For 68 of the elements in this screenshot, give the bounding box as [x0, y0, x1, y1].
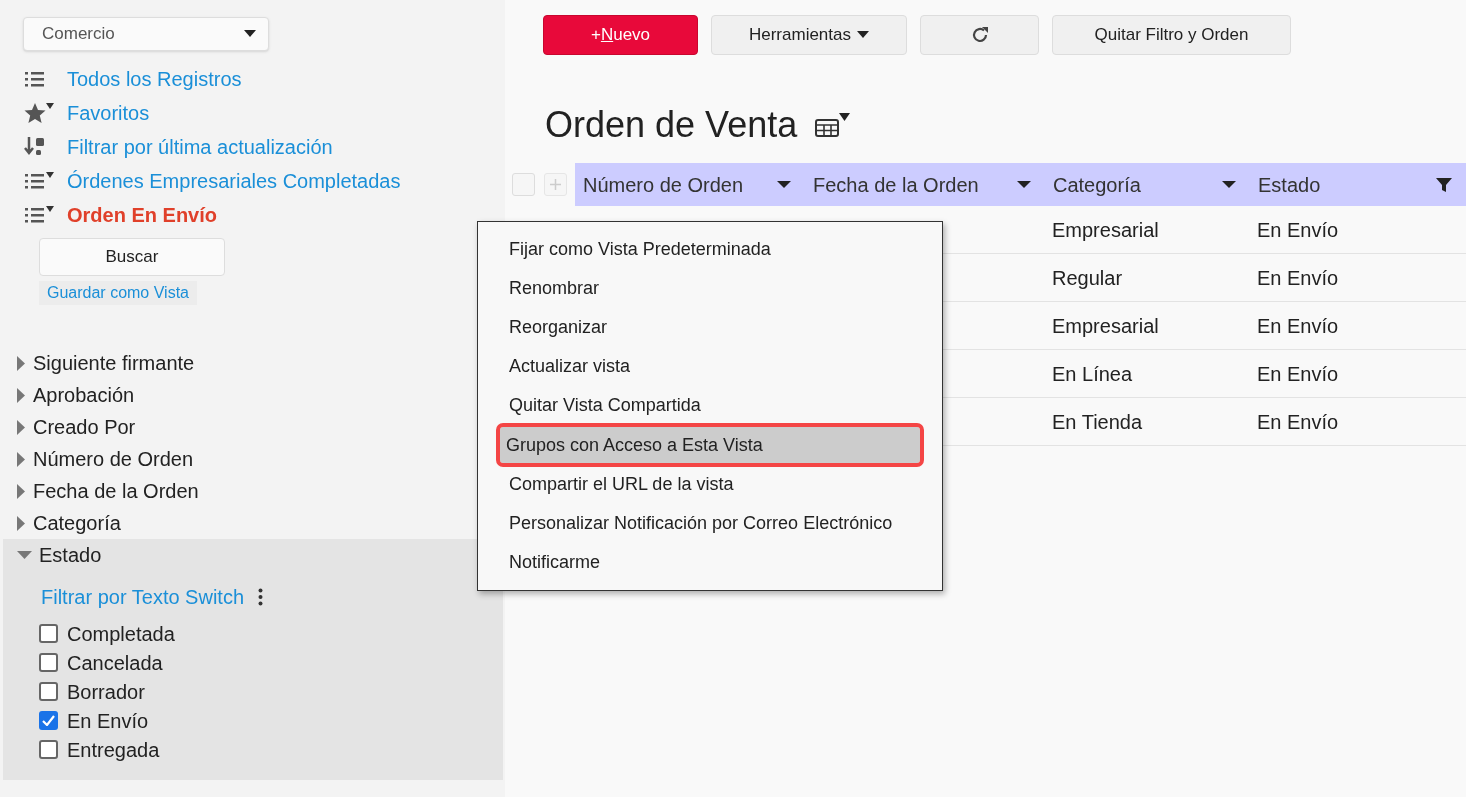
option-label: Borrador [67, 679, 145, 705]
table-cell-text: En Tienda [1052, 409, 1143, 435]
field-toggle[interactable]: Estado [17, 540, 102, 570]
select-all-checkbox[interactable] [512, 173, 535, 196]
sort-icon [24, 136, 46, 158]
checkbox[interactable] [39, 682, 58, 701]
checkbox[interactable] [39, 653, 58, 672]
list-dropdown-icon [24, 171, 56, 191]
table-cell-text: Empresarial [1052, 217, 1159, 243]
table-cell-text: En Envío [1257, 361, 1339, 387]
table-cell-text: En Envío [1257, 217, 1339, 243]
filter-icon[interactable] [1436, 177, 1452, 192]
field-toggle[interactable]: Creado Por [17, 412, 136, 442]
menu-item[interactable]: Notificarme [478, 543, 942, 582]
field-toggle[interactable]: Categoría [17, 508, 121, 538]
field-toggle[interactable]: Aprobación [17, 380, 135, 410]
star-dropdown-icon [24, 102, 56, 124]
option-label: En Envío [67, 708, 149, 734]
sort-caret-icon[interactable] [1222, 180, 1236, 189]
page-title: Orden de Venta [545, 103, 798, 147]
list-icon [24, 69, 46, 89]
caret-icon [857, 31, 869, 39]
more-vertical-icon[interactable] [258, 588, 264, 606]
collapse-caret-icon [17, 550, 32, 560]
checkbox[interactable] [39, 711, 58, 730]
expand-caret-icon [17, 387, 26, 403]
table-cell-text: En Envío [1257, 265, 1339, 291]
menu-item[interactable]: Compartir el URL de la vista [478, 465, 942, 504]
search-button[interactable]: Buscar [39, 238, 225, 276]
table-cell-text: En Envío [1257, 313, 1339, 339]
field-toggle[interactable]: Siguiente firmante [17, 348, 195, 378]
option-label: Entregada [67, 737, 160, 763]
menu-item[interactable]: Renombrar [478, 269, 942, 308]
column-header[interactable]: Categoría [1053, 169, 1141, 200]
new-button[interactable]: +Nuevo [543, 15, 698, 55]
sort-caret-icon[interactable] [1017, 180, 1031, 189]
table-cell-text: Empresarial [1052, 313, 1159, 339]
menu-item[interactable]: Fijar como Vista Predeterminada [478, 230, 942, 269]
option-label: Cancelada [67, 650, 163, 676]
menu-item[interactable]: Personalizar Notificación por Correo Electrónico [478, 504, 942, 543]
clear-filter-button[interactable]: Quitar Filtro y Orden [1052, 15, 1291, 55]
column-header[interactable]: Número de Orden [583, 169, 744, 200]
plus-icon [550, 179, 561, 190]
expand-caret-icon [17, 419, 26, 435]
table-cell-text: Regular [1052, 265, 1123, 291]
sort-caret-icon[interactable] [777, 180, 791, 189]
checkbox[interactable] [39, 624, 58, 643]
field-toggle[interactable]: Número de Orden [17, 444, 194, 474]
expand-caret-icon [17, 515, 26, 531]
menu-item[interactable]: Quitar Vista Compartida [478, 386, 942, 425]
list-dropdown-icon [24, 205, 56, 225]
menu-item[interactable]: Actualizar vista [478, 347, 942, 386]
table-view-dropdown-icon[interactable] [815, 112, 852, 138]
caret-icon [244, 30, 256, 38]
view-link[interactable]: Orden En Envío [67, 200, 218, 230]
field-toggle[interactable]: Fecha de la Orden [17, 476, 199, 506]
menu-item[interactable]: Reorganizar [478, 308, 942, 347]
option-label: Completada [67, 621, 175, 647]
expand-caret-icon [17, 355, 26, 371]
app-selector[interactable]: Comercio [23, 17, 269, 51]
checkbox[interactable] [39, 740, 58, 759]
column-header[interactable]: Estado [1258, 169, 1321, 200]
expand-caret-icon [17, 483, 26, 499]
table-cell-text: En Envío [1257, 409, 1339, 435]
table-cell-text: En Línea [1052, 361, 1133, 387]
expand-caret-icon [17, 451, 26, 467]
tools-button[interactable]: Herramientas [711, 15, 907, 55]
column-header[interactable]: Fecha de la Orden [813, 169, 979, 200]
